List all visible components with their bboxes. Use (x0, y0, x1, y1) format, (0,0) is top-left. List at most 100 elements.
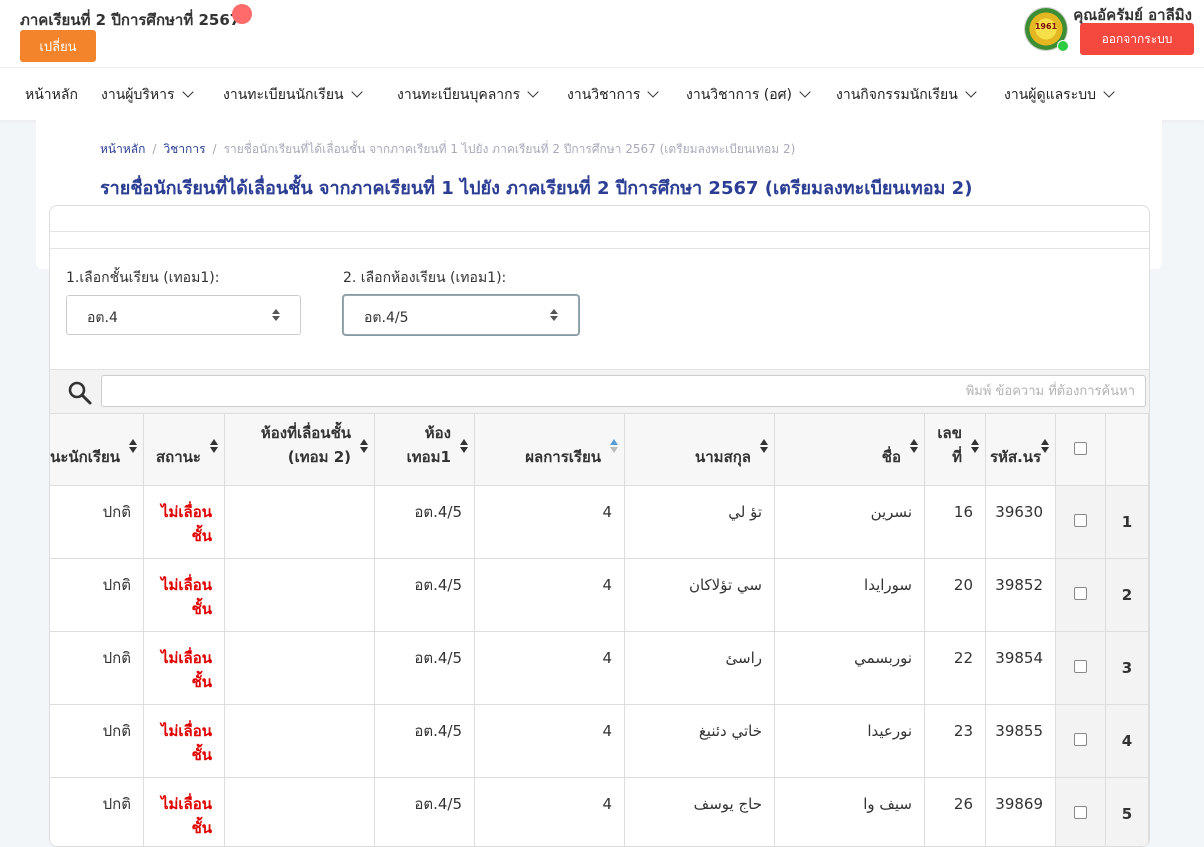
cell-surname-text: حاج يوسف (625, 778, 774, 816)
col-header-number[interactable]: เลขที่ (925, 414, 986, 486)
row-checkbox[interactable] (1074, 660, 1087, 673)
term-title: ภาคเรียนที่ 2 ปีการศึกษาที่ 2567 (20, 8, 240, 32)
cell-student-status-text: ปกติ (49, 632, 143, 670)
cell-room-term1-text: อต.4/5 (375, 705, 474, 743)
nav-item-label: งานกิจกรรมนักเรียน (836, 87, 958, 103)
table-row[interactable]: ปกติไม่เลื่อนชั้นอต.4/54سي تؤلاكانسورايد… (49, 559, 1149, 632)
cell-result: 4 (475, 778, 625, 847)
row-select-cell (1056, 559, 1106, 632)
cell-promoted-room (225, 632, 375, 705)
cell-status: ไม่เลื่อนชั้น (144, 632, 225, 705)
table-body: ปกติไม่เลื่อนชั้นอต.4/54تؤ لينسرين163963… (49, 486, 1149, 847)
nav-item-admin[interactable]: งานผู้ดูแลระบบ (1004, 84, 1113, 106)
row-index: 2 (1106, 559, 1149, 632)
col-header-surname[interactable]: นามสกุล (625, 414, 775, 486)
cell-promoted-room-text (225, 778, 374, 792)
cell-number-text: 20 (925, 559, 985, 597)
cell-surname-text: راسئ (625, 632, 774, 670)
cell-student-id-text: 39630 (986, 486, 1055, 524)
cell-student-status-text: ปกติ (49, 559, 143, 597)
cell-status: ไม่เลื่อนชั้น (144, 705, 225, 778)
sort-icon (460, 439, 468, 453)
row-index: 5 (1106, 778, 1149, 847)
cell-result: 4 (475, 486, 625, 559)
notification-dot-icon[interactable] (232, 4, 252, 24)
room-select[interactable]: อต.4/5 (343, 295, 579, 335)
main-nav: หน้าหลัก งานผู้บริหาร งานทะเบียนนักเรียน… (0, 67, 1204, 120)
cell-first-name: نورعيدا (775, 705, 925, 778)
breadcrumb-section[interactable]: วิชาการ (163, 142, 205, 156)
row-checkbox[interactable] (1074, 514, 1087, 527)
nav-item-home[interactable]: หน้าหลัก (25, 84, 78, 106)
search-input[interactable] (101, 375, 1146, 407)
nav-item-student-registry[interactable]: งานทะเบียนนักเรียน (223, 84, 361, 106)
page-title: รายชื่อนักเรียนที่ได้เลื่อนชั้น จากภาคเร… (100, 173, 972, 202)
cell-room-term1-text: อต.4/5 (375, 486, 474, 524)
row-select-cell (1056, 632, 1106, 705)
cell-student-status-text: ปกติ (49, 705, 143, 743)
promotion-panel: 1.เลือกชั้นเรียน (เทอม1): อต.4 2. เลือกห… (49, 205, 1150, 847)
cell-room-term1: อต.4/5 (375, 778, 475, 847)
col-header-status[interactable]: สถานะ (144, 414, 225, 486)
nav-item-academic[interactable]: งานวิชาการ (567, 84, 657, 106)
cell-student-id-text: 39852 (986, 559, 1055, 597)
col-header-result[interactable]: ผลการเรียน (475, 414, 625, 486)
cell-status-text: ไม่เลื่อนชั้น (144, 559, 224, 621)
table-row[interactable]: ปกติไม่เลื่อนชั้นอต.4/54راسئنوربسمي22398… (49, 632, 1149, 705)
logout-button[interactable]: ออกจากระบบ (1080, 23, 1194, 55)
col-header-student-status[interactable]: สถานะนักเรียน (49, 414, 144, 486)
table-row[interactable]: ปกติไม่เลื่อนชั้น อต.4/54خاتي دئنيغنورعيد… (49, 705, 1149, 778)
cell-promoted-room (225, 778, 375, 847)
cell-status-text: ไม่เลื่อนชั้น (144, 632, 224, 694)
cell-promoted-room (225, 559, 375, 632)
nav-item-academic-os[interactable]: งานวิชาการ (อศ) (686, 84, 809, 106)
cell-student-id: 39630 (986, 486, 1056, 559)
row-checkbox[interactable] (1074, 587, 1087, 600)
sort-icon (971, 439, 979, 453)
cell-result: 4 (475, 632, 625, 705)
row-checkbox[interactable] (1074, 806, 1087, 819)
cell-result-text: 4 (475, 705, 624, 743)
nav-item-executive[interactable]: งานผู้บริหาร (101, 84, 192, 106)
cell-student-id-text: 39855 (986, 705, 1055, 743)
change-term-button[interactable]: เปลี่ยน (20, 30, 96, 62)
cell-room-term1-text: อต.4/5 (375, 559, 474, 597)
chevron-down-icon (182, 86, 193, 97)
col-header-first-name[interactable]: ชื่อ (775, 414, 925, 486)
room-select-label: 2. เลือกห้องเรียน (เทอม1): (343, 267, 506, 289)
select-all-checkbox[interactable] (1074, 442, 1087, 455)
nav-item-student-activities[interactable]: งานกิจกรรมนักเรียน (836, 84, 975, 106)
nav-item-label: งานผู้ดูแลระบบ (1004, 87, 1096, 103)
cell-status: ไม่เลื่อนชั้น (144, 778, 225, 847)
cell-first-name-text: نوربسمي (775, 632, 924, 670)
class-select[interactable]: อต.4 (66, 295, 301, 335)
row-select-cell (1056, 486, 1106, 559)
cell-surname-text: خاتي دئنيغ (625, 705, 774, 743)
col-header-student-id[interactable]: รหัส.นร (986, 414, 1056, 486)
cell-first-name: نسرين (775, 486, 925, 559)
nav-item-staff-registry[interactable]: งานทะเบียนบุคลากร (397, 84, 537, 106)
chevron-down-icon (965, 86, 976, 97)
chevron-down-icon (1103, 86, 1114, 97)
chevron-down-icon (527, 86, 538, 97)
cell-student-status: ปกติ (49, 486, 144, 559)
col-header-promoted-room[interactable]: ห้องที่เลื่อนชั้น (เทอม 2) (225, 414, 375, 486)
col-header-room-term1[interactable]: ห้อง เทอม1 (375, 414, 475, 486)
logo-year-text: 1961 (1032, 22, 1060, 31)
cell-promoted-room (225, 705, 375, 778)
cell-student-id-text: 39869 (986, 778, 1055, 816)
breadcrumb-home[interactable]: หน้าหลัก (100, 142, 145, 156)
cell-surname: خاتي دئنيغ (625, 705, 775, 778)
table-row[interactable]: ปกติไม่เลื่อนชั้นอต.4/54تؤ لينسرين163963… (49, 486, 1149, 559)
cell-student-status-text: ปกติ (49, 486, 143, 524)
cell-promoted-room-text (225, 559, 374, 573)
row-select-cell (1056, 705, 1106, 778)
cell-number-text: 22 (925, 632, 985, 670)
class-select-label: 1.เลือกชั้นเรียน (เทอม1): (66, 267, 219, 289)
table-row[interactable]: ปกติไม่เลื่อนชั้นอต.4/54حاج يوسفسيف وا26… (49, 778, 1149, 847)
cell-room-term1: อต.4/5 (375, 486, 475, 559)
table-header-row: สถานะนักเรียน สถานะ ห้องที่เลื่อนชั้น (เ… (49, 414, 1149, 486)
online-status-icon (1057, 40, 1069, 52)
row-checkbox[interactable] (1074, 733, 1087, 746)
search-icon[interactable] (67, 380, 93, 406)
